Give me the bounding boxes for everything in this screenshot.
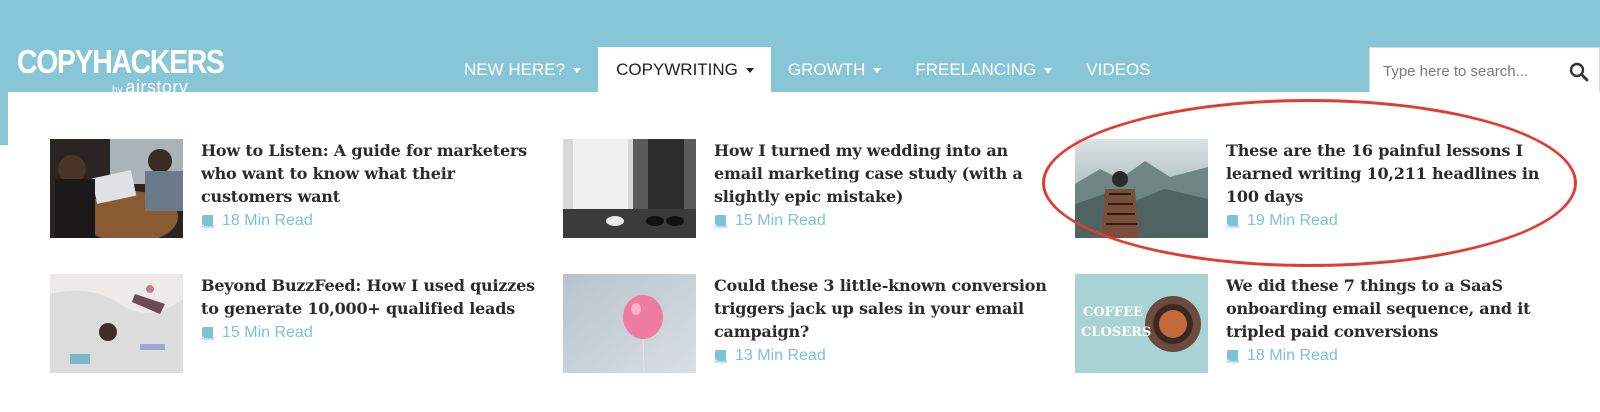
article-card[interactable]: How to Listen: A guide for marketers who… (50, 139, 550, 249)
nav-item-copywriting[interactable]: COPYWRITING (598, 47, 771, 92)
nav-item-growth[interactable]: GROWTH (771, 47, 898, 92)
read-time: 18 Min Read (1226, 347, 1338, 365)
article-thumbnail[interactable] (50, 274, 183, 373)
nav-item-new-here[interactable]: NEW HERE? (447, 47, 598, 92)
book-icon (714, 215, 727, 228)
thumb-text-closers: CLOSERS (1081, 325, 1151, 340)
book-icon (201, 327, 214, 340)
caret-down-icon (745, 68, 754, 73)
book-icon (1226, 215, 1239, 228)
article-thumbnail[interactable]: COFFEE CLOSERS (1075, 274, 1208, 373)
book-icon (201, 215, 214, 228)
read-time-label: 13 Min Read (735, 347, 826, 364)
main-nav: NEW HERE? COPYWRITING GROWTH FREELANCING… (447, 47, 1168, 92)
read-time-label: 15 Min Read (222, 324, 313, 341)
article-card[interactable]: These are the 16 painful lessons I learn… (1075, 139, 1575, 249)
caret-down-icon (873, 68, 882, 73)
logo-wordmark: COPYHACKERS (17, 43, 225, 80)
article-card[interactable]: COFFEE CLOSERS We did these 7 things to … (1075, 274, 1575, 384)
read-time: 15 Min Read (714, 212, 826, 230)
caret-down-icon (573, 68, 582, 73)
article-title[interactable]: Beyond BuzzFeed: How I used quizzes to g… (201, 274, 541, 320)
article-thumbnail[interactable] (1075, 139, 1208, 238)
nav-label: GROWTH (787, 59, 866, 79)
article-thumbnail[interactable] (563, 274, 696, 373)
book-icon (1226, 350, 1239, 363)
book-icon (714, 350, 727, 363)
article-title[interactable]: We did these 7 things to a SaaS onboardi… (1226, 274, 1566, 343)
article-card[interactable]: How I turned my wedding into an email ma… (563, 139, 1063, 249)
search-icon[interactable] (1569, 62, 1589, 82)
read-time-label: 18 Min Read (222, 212, 313, 229)
nav-item-videos[interactable]: VIDEOS (1069, 47, 1167, 92)
article-thumbnail[interactable] (563, 139, 696, 238)
read-time: 18 Min Read (201, 212, 313, 230)
nav-label: COPYWRITING (616, 59, 738, 79)
article-card[interactable]: Could these 3 little-known conversion tr… (563, 274, 1063, 384)
read-time-label: 18 Min Read (1247, 347, 1338, 364)
read-time-label: 15 Min Read (735, 212, 826, 229)
caret-down-icon (1044, 68, 1053, 73)
site-logo[interactable]: COPYHACKERS by airstory (17, 43, 225, 98)
article-title[interactable]: How I turned my wedding into an email ma… (714, 139, 1054, 208)
article-card[interactable]: Beyond BuzzFeed: How I used quizzes to g… (50, 274, 550, 384)
search-input[interactable] (1370, 48, 1550, 95)
article-thumbnail[interactable] (50, 139, 183, 238)
read-time: 13 Min Read (714, 347, 826, 365)
article-title[interactable]: These are the 16 painful lessons I learn… (1226, 139, 1566, 208)
nav-label: FREELANCING (915, 59, 1037, 79)
article-title[interactable]: Could these 3 little-known conversion tr… (714, 274, 1054, 343)
read-time: 19 Min Read (1226, 212, 1338, 230)
search-box (1369, 47, 1600, 96)
nav-label: VIDEOS (1086, 59, 1151, 79)
thumb-text-coffee: COFFEE (1083, 305, 1143, 320)
read-time: 15 Min Read (201, 324, 313, 342)
nav-label: NEW HERE? (464, 59, 566, 79)
nav-item-freelancing[interactable]: FREELANCING (898, 47, 1069, 92)
read-time-label: 19 Min Read (1247, 212, 1338, 229)
article-title[interactable]: How to Listen: A guide for marketers who… (201, 139, 541, 208)
